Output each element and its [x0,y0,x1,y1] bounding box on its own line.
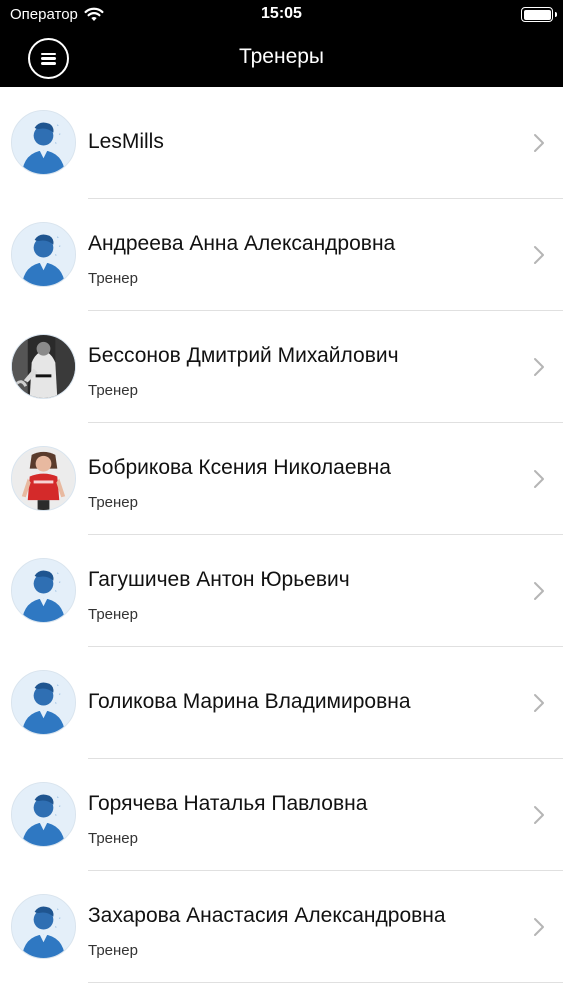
trainer-name: LesMills [88,130,164,153]
trainer-name: Гагушичев Антон Юрьевич [88,568,350,591]
page-title: Тренеры [238,45,325,68]
trainer-row[interactable]: Бессонов Дмитрий Михайлович Тренер [0,311,563,423]
default-avatar-icon [11,110,76,175]
trainer-role: Тренер [88,270,138,287]
trainer-row[interactable]: Голикова Марина Владимировна [0,647,563,759]
battery-icon [521,7,557,22]
chevron-right-icon [534,134,544,152]
default-avatar-icon [11,782,76,847]
row-divider [88,982,563,983]
default-avatar-icon [11,558,76,623]
trainer-row[interactable]: Андреева Анна Александровна Тренер [0,199,563,311]
trainer-name: Захарова Анастасия Александровна [88,904,446,927]
chevron-right-icon [534,246,544,264]
trainer-role: Тренер [88,382,138,399]
trainer-row[interactable]: LesMills [0,87,563,199]
trainer-role: Тренер [88,494,138,511]
trainer-role: Тренер [88,942,138,959]
trainer-name: Голикова Марина Владимировна [88,690,411,713]
avatar-photo [11,446,76,511]
trainer-row[interactable]: Бобрикова Ксения Николаевна Тренер [0,423,563,535]
trainer-name: Бессонов Дмитрий Михайлович [88,344,399,367]
default-avatar-icon [11,670,76,735]
trainer-row[interactable]: Горячева Наталья Павловна Тренер [0,759,563,871]
navigation-bar: Оператор 15:05 Тренеры [0,0,563,87]
chevron-right-icon [534,470,544,488]
trainer-row[interactable]: Захарова Анастасия Александровна Тренер [0,871,563,983]
chevron-right-icon [534,358,544,376]
default-avatar-icon [11,222,76,287]
trainer-role: Тренер [88,830,138,847]
status-time: 15:05 [261,5,302,22]
trainer-name: Бобрикова Ксения Николаевна [88,456,391,479]
trainer-name: Андреева Анна Александровна [88,232,396,255]
avatar-photo [11,334,76,399]
trainer-row[interactable]: Гагушичев Антон Юрьевич Тренер [0,535,563,647]
chevron-right-icon [534,582,544,600]
default-avatar-icon [11,894,76,959]
trainer-list: LesMills Андреева Анна Александровна Тре… [0,87,563,983]
chevron-right-icon [534,694,544,712]
status-bar: Оператор 15:05 [0,0,563,30]
chevron-right-icon [534,918,544,936]
trainer-name: Горячева Наталья Павловна [88,792,368,815]
trainer-role: Тренер [88,606,138,623]
chevron-right-icon [534,806,544,824]
